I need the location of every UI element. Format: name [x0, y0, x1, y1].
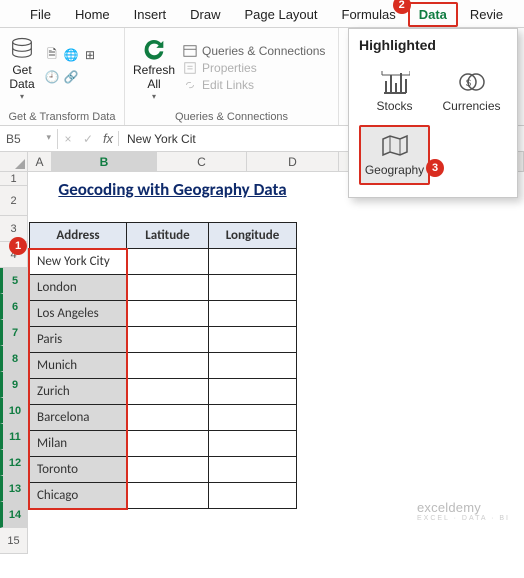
cell-address[interactable]: Milan [30, 431, 127, 457]
properties-button: Properties [183, 61, 325, 75]
group-label-get-data: Get & Transform Data [8, 109, 116, 123]
name-box[interactable]: B5 ▾ [0, 129, 58, 149]
cell-lon[interactable] [209, 457, 297, 483]
get-data-shortcuts[interactable]: 🗎 🌐 ⊞ [44, 47, 98, 63]
cell-lat[interactable] [127, 457, 209, 483]
watermark: exceldemy EXCEL · DATA · BI [417, 500, 510, 522]
cell-lat[interactable] [127, 353, 209, 379]
cell-address[interactable]: Munich [30, 353, 127, 379]
popup-title: Highlighted [359, 37, 507, 53]
edit-links-button: Edit Links [183, 78, 325, 92]
refresh-icon [140, 35, 168, 63]
fx-icon[interactable]: fx [98, 131, 118, 146]
cell-lat[interactable] [127, 275, 209, 301]
tab-review[interactable]: Revie [458, 2, 515, 27]
col-header-C[interactable]: C [157, 152, 247, 171]
properties-icon [183, 61, 197, 75]
get-data-button[interactable]: Get Data ▾ [8, 35, 36, 100]
cell-address[interactable]: Paris [30, 327, 127, 353]
stocks-icon [380, 69, 410, 95]
cell-address[interactable]: Chicago [30, 483, 127, 509]
currencies-icon: $ [457, 69, 487, 95]
data-table: Address Latitude Longitude New York City… [29, 222, 297, 509]
cell-address[interactable]: Barcelona [30, 405, 127, 431]
row-header-9[interactable]: 9 [0, 372, 28, 398]
cell-address[interactable]: Zurich [30, 379, 127, 405]
cell-lon[interactable] [209, 327, 297, 353]
row-header-11[interactable]: 11 [0, 424, 28, 450]
row-header-15[interactable]: 15 [0, 528, 28, 554]
queries-icon [183, 44, 197, 58]
tab-page-layout[interactable]: Page Layout [233, 2, 330, 27]
tab-draw[interactable]: Draw [178, 2, 232, 27]
cell-lon[interactable] [209, 301, 297, 327]
sheet-title: Geocoding with Geography Data [29, 176, 316, 204]
cell-lon[interactable] [209, 379, 297, 405]
row-header-5[interactable]: 5 [0, 268, 28, 294]
cancel-icon[interactable]: × [58, 132, 78, 146]
row-header-8[interactable]: 8 [0, 346, 28, 372]
tab-home[interactable]: Home [63, 2, 122, 27]
cell-lat[interactable] [127, 249, 209, 275]
currencies-datatype-button[interactable]: $ Currencies [436, 63, 507, 119]
cell-lon[interactable] [209, 249, 297, 275]
cell-lat[interactable] [127, 483, 209, 509]
row-header-6[interactable]: 6 [0, 294, 28, 320]
cell-lon[interactable] [209, 431, 297, 457]
header-address: Address [30, 223, 127, 249]
edit-links-icon [183, 78, 197, 92]
from-web-icon[interactable]: 🌐 [63, 47, 79, 63]
cell-lat[interactable] [127, 379, 209, 405]
col-header-D[interactable]: D [247, 152, 339, 171]
queries-connections-button[interactable]: Queries & Connections [183, 44, 325, 58]
from-text-icon[interactable]: 🗎 [44, 47, 60, 63]
ribbon-tabs: File Home Insert Draw Page Layout Formul… [0, 0, 524, 28]
row-header-10[interactable]: 10 [0, 398, 28, 424]
cell-lon[interactable] [209, 483, 297, 509]
data-types-popup: Highlighted Stocks $ Currencies Geograph… [348, 28, 518, 198]
header-latitude: Latitude [127, 223, 209, 249]
recent-icon[interactable]: 🕘 [44, 69, 60, 85]
cell-lon[interactable] [209, 275, 297, 301]
stocks-datatype-button[interactable]: Stocks [359, 63, 430, 119]
row-header-7[interactable]: 7 [0, 320, 28, 346]
tab-insert[interactable]: Insert [122, 2, 179, 27]
cell-lat[interactable] [127, 431, 209, 457]
col-header-A[interactable]: A [28, 152, 52, 171]
cell-lon[interactable] [209, 405, 297, 431]
cell-lat[interactable] [127, 301, 209, 327]
cell-address[interactable]: London [30, 275, 127, 301]
enter-icon[interactable]: ✓ [78, 132, 98, 146]
worksheet-grid[interactable]: A B C D 123456789101112131415 Geocoding … [0, 152, 524, 554]
row-header-14[interactable]: 14 [0, 502, 28, 528]
tab-data[interactable]: Data [408, 2, 458, 27]
cell-address[interactable]: Toronto [30, 457, 127, 483]
refresh-all-button[interactable]: Refresh All ▾ [133, 35, 175, 100]
svg-text:$: $ [466, 78, 471, 88]
cell-address[interactable]: New York City [30, 249, 127, 275]
connections-icon[interactable]: 🔗 [63, 69, 79, 85]
get-data-icon [8, 35, 36, 63]
row-header-13[interactable]: 13 [0, 476, 28, 502]
tab-file[interactable]: File [18, 2, 63, 27]
cell-lat[interactable] [127, 327, 209, 353]
col-header-B[interactable]: B [52, 152, 157, 171]
get-data-shortcuts-2[interactable]: 🕘 🔗 [44, 69, 98, 85]
from-table-icon[interactable]: ⊞ [82, 47, 98, 63]
geography-datatype-button[interactable]: Geography [359, 125, 430, 185]
row-header-12[interactable]: 12 [0, 450, 28, 476]
callout-1: 1 [9, 237, 27, 255]
cell-lon[interactable] [209, 353, 297, 379]
ribbon: Get Data ▾ 🗎 🌐 ⊞ 🕘 🔗 Get & Transform Dat… [0, 28, 524, 126]
header-longitude: Longitude [209, 223, 297, 249]
row-header-1[interactable]: 1 [0, 172, 28, 186]
geography-icon [380, 133, 410, 159]
callout-3: 3 [426, 159, 444, 177]
cell-address[interactable]: Los Angeles [30, 301, 127, 327]
group-label-queries: Queries & Connections [133, 109, 330, 123]
row-header-2[interactable]: 2 [0, 186, 28, 216]
select-all-corner[interactable] [0, 152, 28, 171]
cell-lat[interactable] [127, 405, 209, 431]
